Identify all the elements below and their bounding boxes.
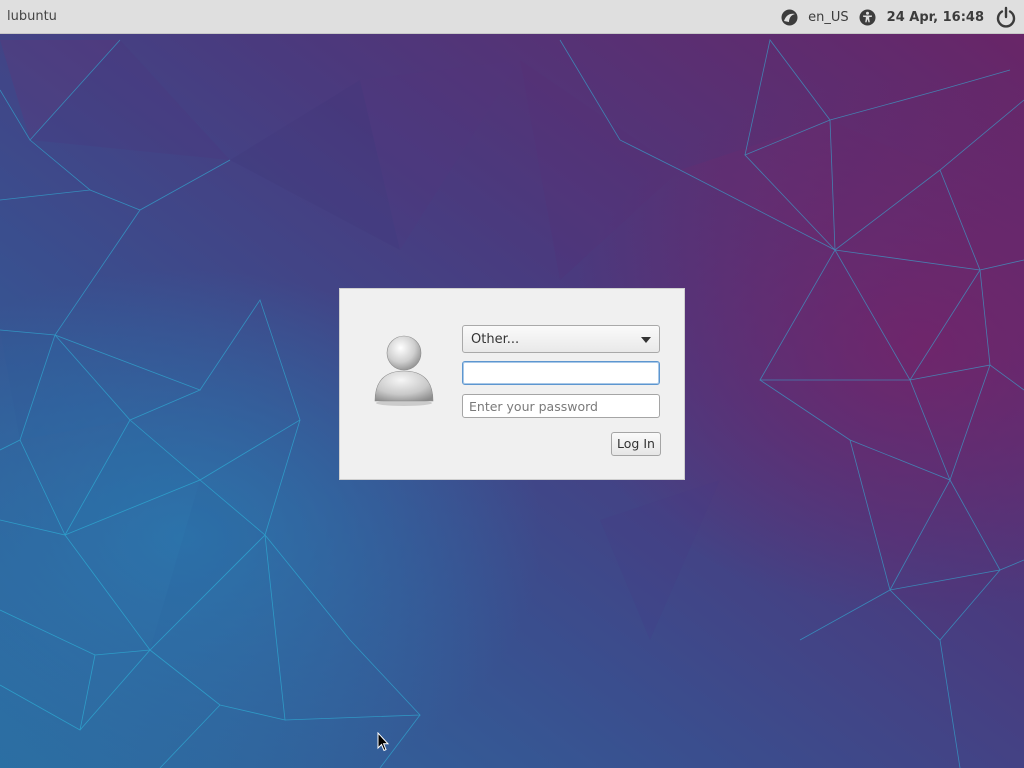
user-select-dropdown[interactable]: Other...	[462, 325, 660, 353]
top-panel: lubuntu en_US 24 Apr, 16:48	[0, 0, 1024, 34]
clock-label[interactable]: 24 Apr, 16:48	[887, 0, 984, 34]
password-input[interactable]	[462, 394, 660, 418]
login-button[interactable]: Log In	[611, 432, 661, 456]
hostname-label: lubuntu	[7, 9, 57, 24]
login-dialog: Other... Log In	[339, 288, 685, 480]
power-icon[interactable]	[995, 0, 1017, 34]
accessibility-icon[interactable]	[859, 0, 877, 34]
login-screen: lubuntu en_US 24 Apr, 16:48 Other... Log…	[0, 0, 1024, 768]
keyboard-layout-indicator[interactable]: en_US	[808, 0, 849, 34]
username-input[interactable]	[462, 361, 660, 385]
user-avatar-icon	[371, 331, 437, 407]
panel-indicators: en_US 24 Apr, 16:48	[780, 0, 1024, 34]
session-icon[interactable]	[780, 0, 798, 34]
mouse-pointer-icon	[377, 732, 389, 752]
user-select-value: Other...	[471, 332, 520, 347]
chevron-down-icon	[641, 337, 651, 343]
